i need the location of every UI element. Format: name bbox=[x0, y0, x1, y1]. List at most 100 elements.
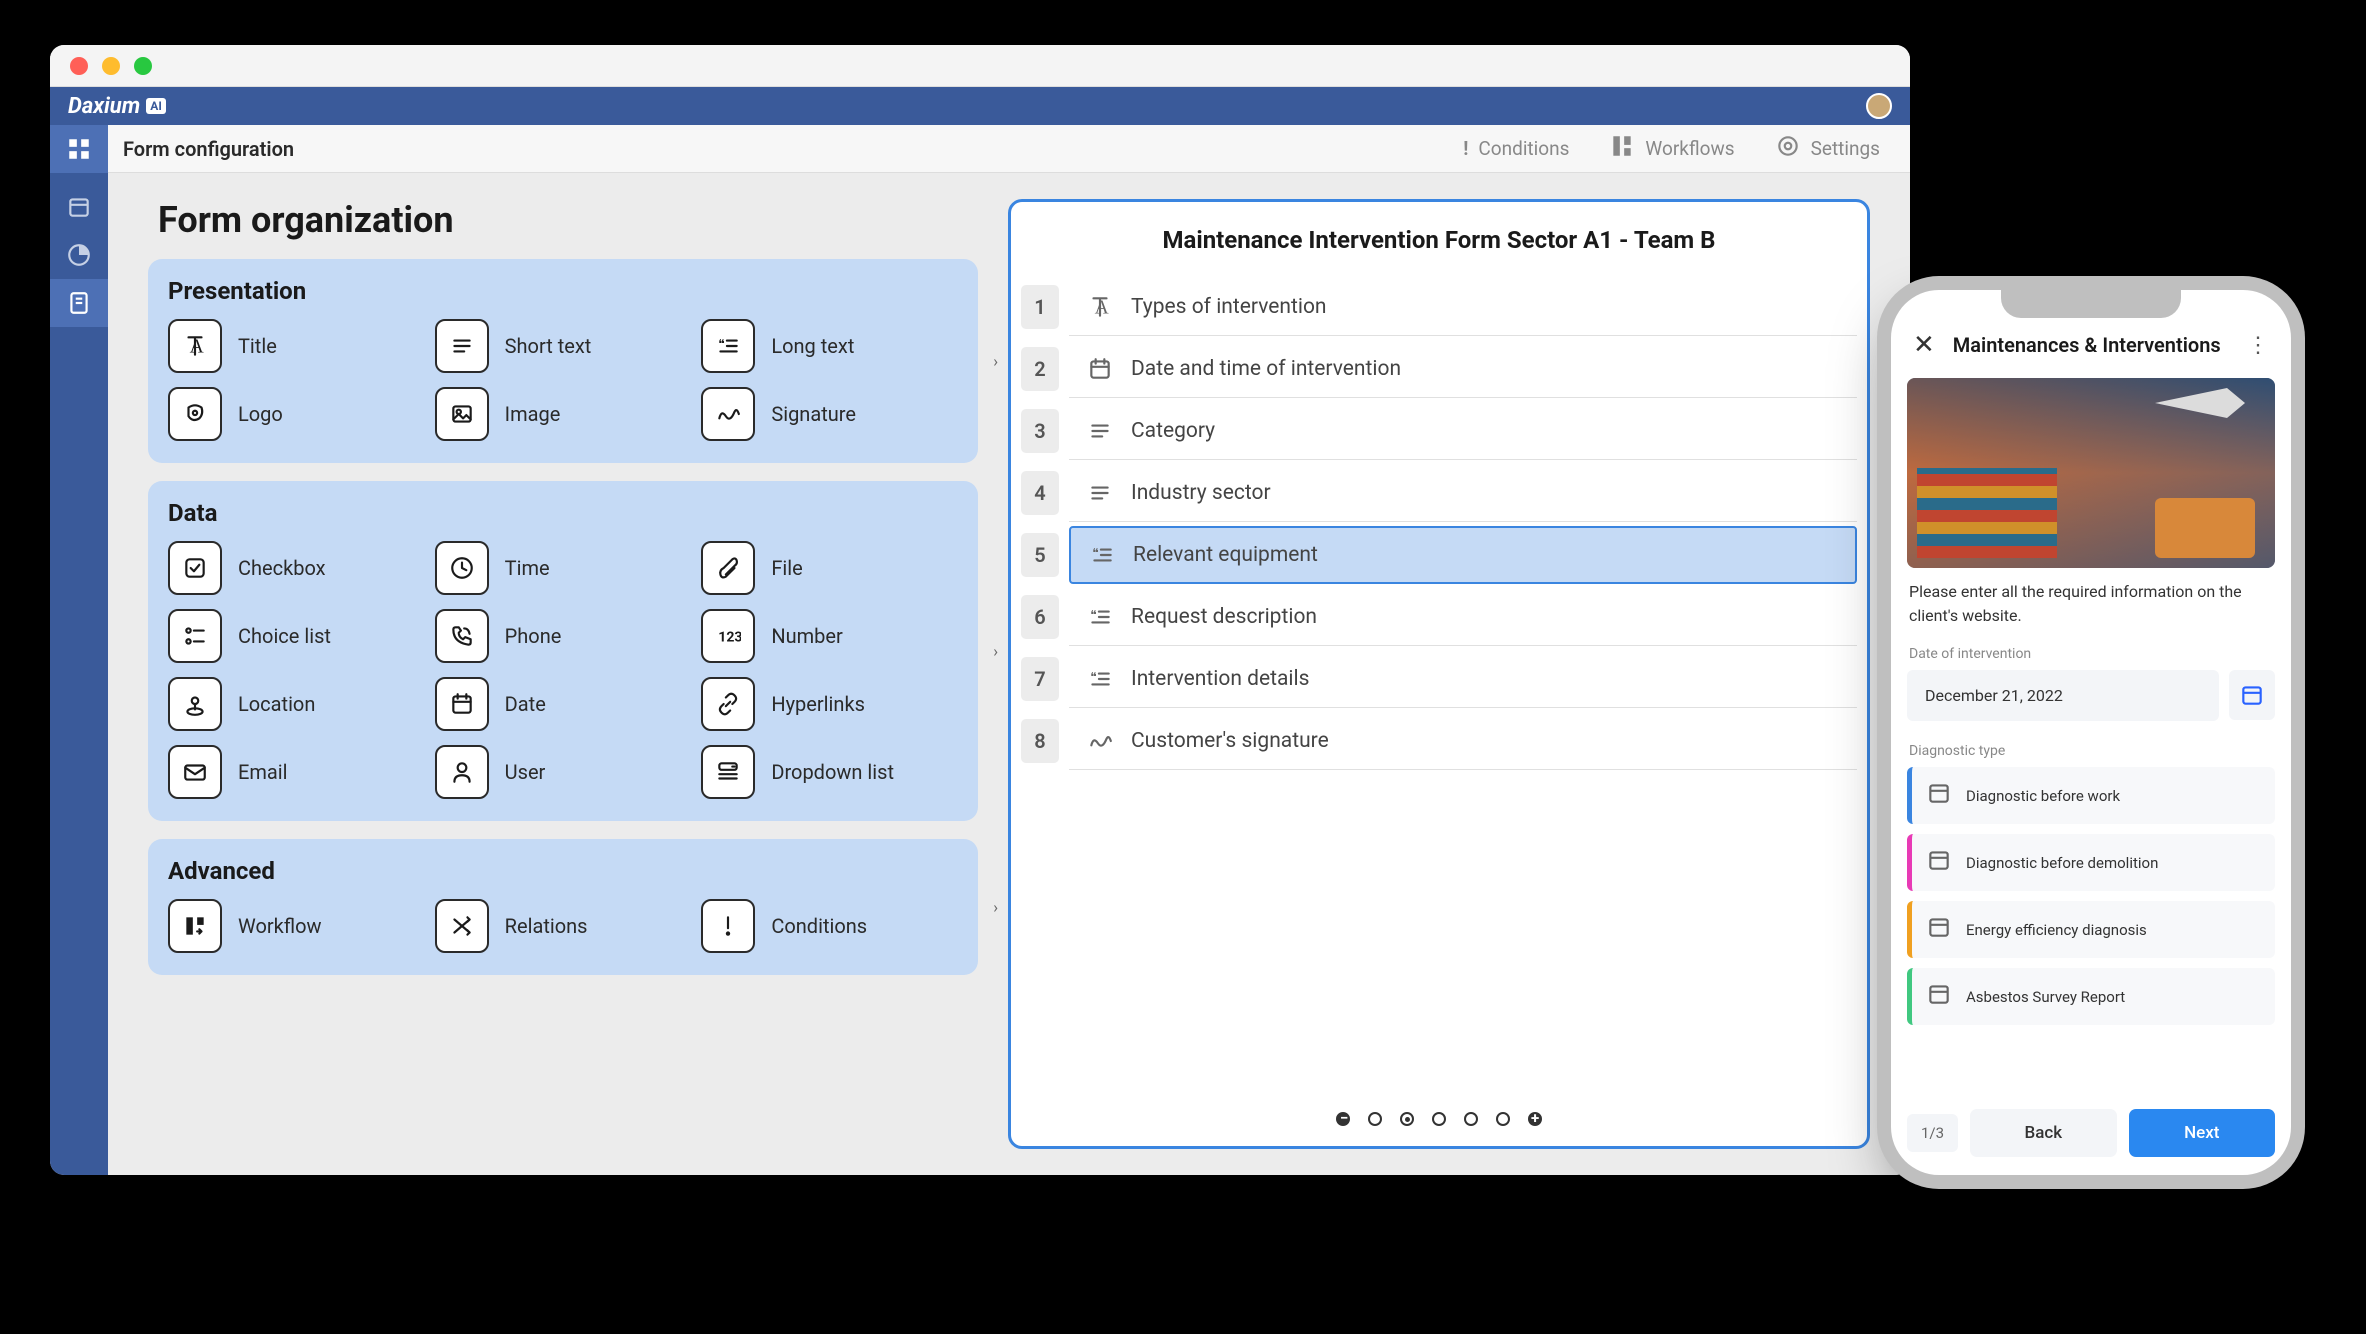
chevron-right-icon[interactable]: › bbox=[993, 898, 998, 917]
field-type-hyperlinks[interactable]: Hyperlinks bbox=[701, 677, 958, 731]
field-row-label: Customer's signature bbox=[1131, 729, 1329, 753]
field-content[interactable]: Customer's signature bbox=[1069, 712, 1857, 770]
diagnostic-option[interactable]: Diagnostic before work bbox=[1907, 767, 2275, 824]
field-label: Logo bbox=[238, 402, 283, 426]
svg-text:123: 123 bbox=[719, 629, 742, 645]
field-content[interactable]: ❝Request description bbox=[1069, 588, 1857, 646]
relations-icon bbox=[435, 899, 489, 953]
workflows-button[interactable]: Workflows bbox=[1609, 133, 1734, 164]
conditions-button[interactable]: ! Conditions bbox=[1463, 137, 1569, 160]
desktop-window: DaxiumAI Form configuration ! Conditions… bbox=[50, 45, 1910, 1175]
dropdown-icon bbox=[701, 745, 755, 799]
field-type-time[interactable]: Time bbox=[435, 541, 692, 595]
form-field-row[interactable]: 7❝Intervention details bbox=[1021, 648, 1857, 710]
pager-dot[interactable] bbox=[1432, 1112, 1446, 1126]
form-field-row[interactable]: 3Category bbox=[1021, 400, 1857, 462]
field-type-user[interactable]: User bbox=[435, 745, 692, 799]
close-window-button[interactable] bbox=[70, 57, 88, 75]
pager-dot-current[interactable] bbox=[1400, 1112, 1414, 1126]
svg-text:❝: ❝ bbox=[1090, 670, 1096, 684]
field-type-logo[interactable]: Logo bbox=[168, 387, 425, 441]
form-field-list: 1ATypes of intervention2Date and time of… bbox=[1011, 276, 1867, 772]
field-type-phone[interactable]: Phone bbox=[435, 609, 692, 663]
sidebar-item-calendar[interactable] bbox=[50, 183, 108, 231]
field-type-date[interactable]: Date bbox=[435, 677, 692, 731]
field-type-conditions[interactable]: Conditions bbox=[701, 899, 958, 953]
close-icon[interactable]: ✕ bbox=[1913, 330, 1935, 360]
pager-dot[interactable] bbox=[1496, 1112, 1510, 1126]
brand-badge: AI bbox=[146, 98, 166, 114]
field-type-image[interactable]: Image bbox=[435, 387, 692, 441]
user-avatar[interactable] bbox=[1866, 93, 1892, 119]
main-content: Form organization PresentationATitleShor… bbox=[108, 173, 1910, 1175]
field-type-dropdown[interactable]: Dropdown list bbox=[701, 745, 958, 799]
form-field-row[interactable]: 8 Customer's signature bbox=[1021, 710, 1857, 772]
sidebar-item-forms[interactable] bbox=[50, 279, 108, 327]
field-type-title[interactable]: ATitle bbox=[168, 319, 425, 373]
field-content[interactable]: ❝Intervention details bbox=[1069, 650, 1857, 708]
field-type-file[interactable]: File bbox=[701, 541, 958, 595]
field-type-email[interactable]: Email bbox=[168, 745, 425, 799]
longtext-icon: ❝ bbox=[701, 319, 755, 373]
form-field-row[interactable]: 4Industry sector bbox=[1021, 462, 1857, 524]
nav-grid-button[interactable] bbox=[50, 125, 108, 173]
form-field-row[interactable]: 2Date and time of intervention bbox=[1021, 338, 1857, 400]
field-content[interactable]: Date and time of intervention bbox=[1069, 340, 1857, 398]
sidebar-item-analytics[interactable] bbox=[50, 231, 108, 279]
field-label: Checkbox bbox=[238, 556, 326, 580]
field-type-choicelist[interactable]: Choice list bbox=[168, 609, 425, 663]
field-type-location[interactable]: Location bbox=[168, 677, 425, 731]
category-card: AdvancedWorkflowRelationsConditions› bbox=[148, 839, 978, 975]
title-icon: A bbox=[168, 319, 222, 373]
minimize-window-button[interactable] bbox=[102, 57, 120, 75]
pager-dot[interactable] bbox=[1464, 1112, 1478, 1126]
field-number: 2 bbox=[1021, 347, 1059, 391]
more-icon[interactable]: ⋮ bbox=[2247, 333, 2269, 358]
field-type-workflow[interactable]: Workflow bbox=[168, 899, 425, 953]
field-content[interactable]: Industry sector bbox=[1069, 464, 1857, 522]
settings-button[interactable]: Settings bbox=[1775, 133, 1880, 164]
pager-dot[interactable] bbox=[1368, 1112, 1382, 1126]
field-type-checkbox[interactable]: Checkbox bbox=[168, 541, 425, 595]
category-title: Advanced bbox=[168, 857, 958, 885]
chevron-right-icon[interactable]: › bbox=[993, 352, 998, 371]
field-type-longtext[interactable]: ❝Long text bbox=[701, 319, 958, 373]
signature-icon bbox=[1087, 728, 1113, 754]
field-content[interactable]: ATypes of intervention bbox=[1069, 278, 1857, 336]
diag-field-label: Diagnostic type bbox=[1891, 743, 2291, 759]
field-row-label: Relevant equipment bbox=[1133, 543, 1318, 567]
longtext-icon: ❝ bbox=[1089, 542, 1115, 568]
diagnostic-option[interactable]: Energy efficiency diagnosis bbox=[1907, 901, 2275, 958]
date-picker-button[interactable] bbox=[2229, 670, 2275, 720]
field-type-relations[interactable]: Relations bbox=[435, 899, 692, 953]
maximize-window-button[interactable] bbox=[134, 57, 152, 75]
category-title: Data bbox=[168, 499, 958, 527]
back-button[interactable]: Back bbox=[1970, 1109, 2116, 1157]
diagnostic-option[interactable]: Diagnostic before demolition bbox=[1907, 834, 2275, 891]
form-field-row[interactable]: 5❝Relevant equipment bbox=[1021, 524, 1857, 586]
svg-text:A: A bbox=[190, 337, 204, 358]
field-number: 8 bbox=[1021, 719, 1059, 763]
field-content[interactable]: Category bbox=[1069, 402, 1857, 460]
chevron-right-icon[interactable]: › bbox=[993, 642, 998, 661]
field-type-shorttext[interactable]: Short text bbox=[435, 319, 692, 373]
image-icon bbox=[435, 387, 489, 441]
form-field-row[interactable]: 6❝Request description bbox=[1021, 586, 1857, 648]
next-button[interactable]: Next bbox=[2129, 1109, 2275, 1157]
field-number: 1 bbox=[1021, 285, 1059, 329]
field-label: Email bbox=[238, 760, 288, 784]
field-type-number[interactable]: 123Number bbox=[701, 609, 958, 663]
field-row-label: Category bbox=[1131, 419, 1215, 443]
pager-remove-page[interactable] bbox=[1336, 1112, 1350, 1126]
field-content[interactable]: ❝ Relevant equipment bbox=[1069, 526, 1857, 584]
date-input[interactable]: December 21, 2022 bbox=[1907, 670, 2219, 721]
pager-add-page[interactable] bbox=[1528, 1112, 1542, 1126]
sidebar bbox=[50, 173, 108, 1175]
phone-notch bbox=[2001, 290, 2181, 318]
field-type-signature[interactable]: Signature bbox=[701, 387, 958, 441]
diagnostic-option[interactable]: Asbestos Survey Report bbox=[1907, 968, 2275, 1025]
calendar-icon bbox=[1926, 914, 1952, 945]
diagnostic-label: Diagnostic before demolition bbox=[1966, 854, 2158, 872]
shorttext-icon bbox=[1087, 418, 1113, 444]
form-field-row[interactable]: 1ATypes of intervention bbox=[1021, 276, 1857, 338]
